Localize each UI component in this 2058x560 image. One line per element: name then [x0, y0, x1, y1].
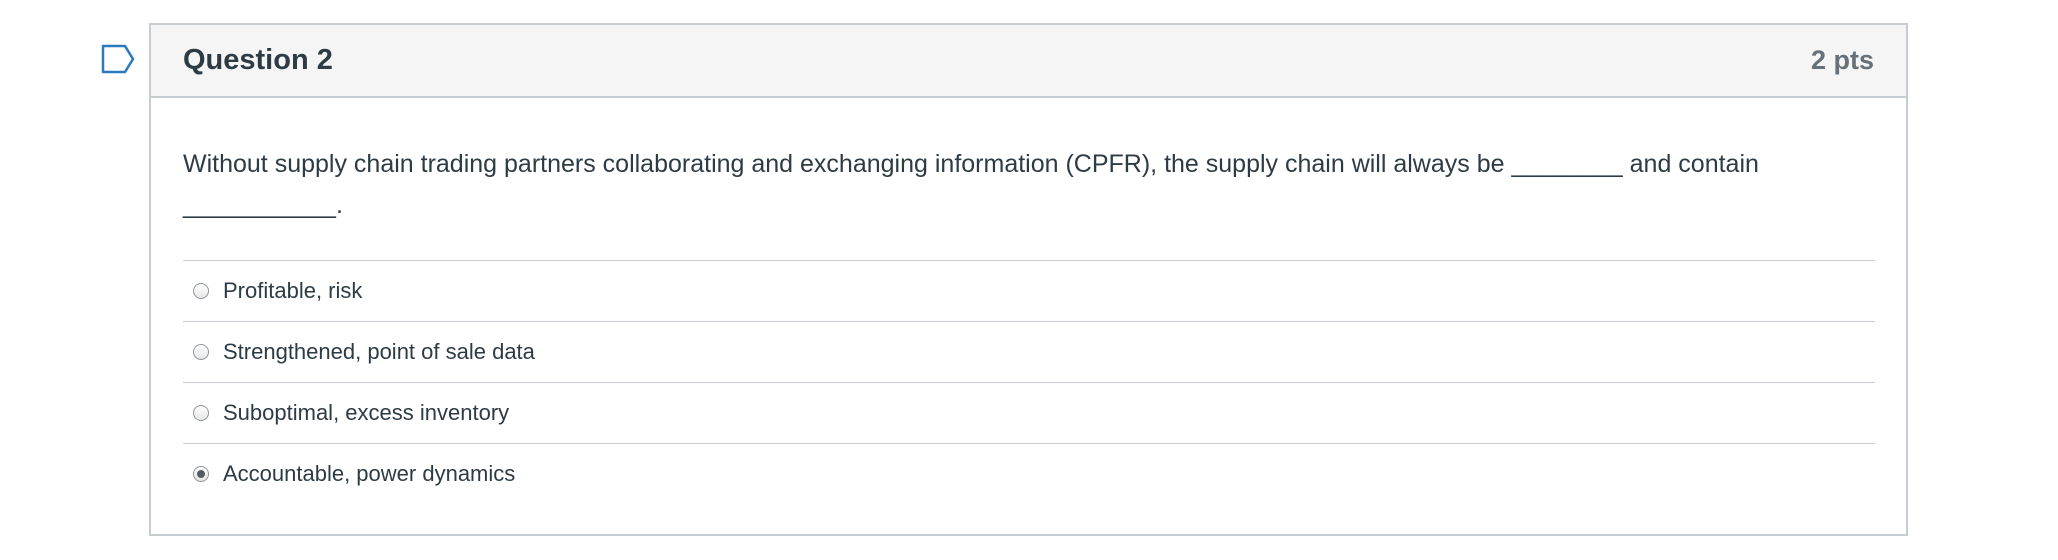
- radio-button[interactable]: [193, 344, 209, 360]
- answer-label[interactable]: Profitable, risk: [223, 278, 362, 304]
- question-body: Without supply chain trading partners co…: [151, 98, 1906, 504]
- question-header: Question 2 2 pts: [151, 25, 1906, 98]
- answer-option[interactable]: Accountable, power dynamics: [183, 443, 1875, 504]
- radio-button[interactable]: [193, 283, 209, 299]
- answer-label[interactable]: Suboptimal, excess inventory: [223, 400, 509, 426]
- radio-button[interactable]: [193, 466, 209, 482]
- answer-option[interactable]: Strengthened, point of sale data: [183, 321, 1875, 382]
- answer-label[interactable]: Accountable, power dynamics: [223, 461, 515, 487]
- question-points: 2 pts: [1810, 45, 1874, 75]
- question-text: Without supply chain trading partners co…: [183, 150, 1759, 219]
- answer-option[interactable]: Suboptimal, excess inventory: [183, 382, 1875, 443]
- answer-list: Profitable, risk Strengthened, point of …: [183, 260, 1875, 504]
- question-title: Question 2: [183, 44, 333, 76]
- radio-button[interactable]: [193, 405, 209, 421]
- answer-label[interactable]: Strengthened, point of sale data: [223, 339, 535, 365]
- answer-option[interactable]: Profitable, risk: [183, 260, 1875, 321]
- flag-question-icon[interactable]: [101, 44, 135, 74]
- question-card: Question 2 2 pts Without supply chain tr…: [149, 23, 1908, 536]
